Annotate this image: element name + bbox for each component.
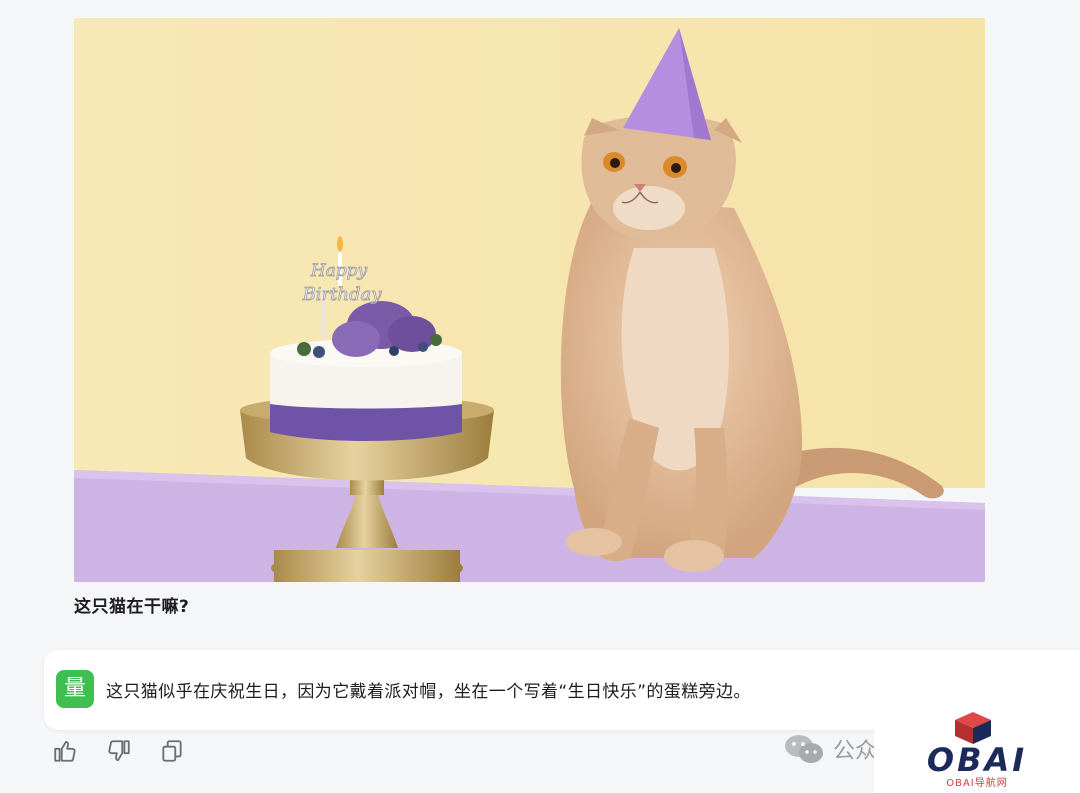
- wechat-icon: [785, 735, 823, 763]
- obai-logo: OBAI OBAI导航网: [874, 703, 1080, 793]
- cube-logo-icon: [955, 712, 991, 744]
- user-message: 这只猫在干嘛?: [74, 597, 190, 617]
- cake-topper-line1: Happy: [310, 261, 368, 281]
- copy-button[interactable]: [159, 738, 187, 766]
- thumbs-up-icon: [54, 740, 76, 762]
- logo-sub-text: OBAI导航网: [946, 778, 1008, 789]
- copy-icon: [162, 740, 182, 762]
- thumbs-down-icon: [108, 740, 130, 762]
- watermark-text: 公众: [833, 739, 878, 764]
- cake-topper-line2: Birthday: [302, 284, 383, 305]
- wechat-watermark: 公众: [783, 731, 877, 767]
- dislike-button[interactable]: [106, 738, 134, 766]
- chat-image[interactable]: Happy Birthday: [74, 18, 985, 582]
- assistant-message-text: 这只猫似乎在庆祝生日，因为它戴着派对帽，坐在一个写着“生日快乐”的蛋糕旁边。: [106, 682, 751, 702]
- assistant-avatar: 量: [56, 670, 94, 708]
- like-button[interactable]: [52, 738, 80, 766]
